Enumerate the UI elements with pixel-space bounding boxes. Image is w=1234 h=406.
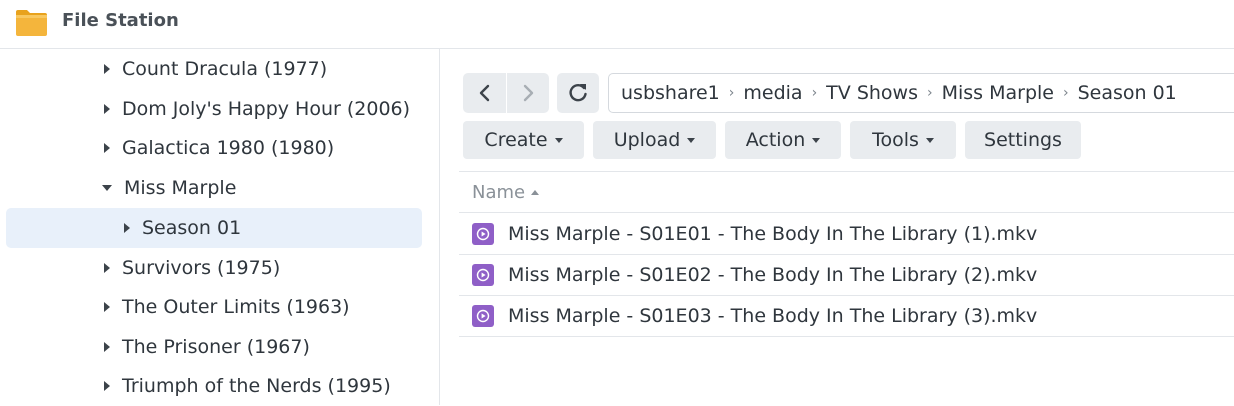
chevron-right-icon: › (926, 85, 933, 101)
refresh-icon (569, 83, 587, 102)
column-header-name[interactable]: Name (459, 171, 1234, 213)
tree-item-outer-limits[interactable]: The Outer Limits (1963) (104, 287, 350, 327)
chevron-right-icon: › (811, 85, 818, 101)
breadcrumb-item[interactable]: media (743, 82, 802, 104)
file-row[interactable]: Miss Marple - S01E02 - The Body In The L… (459, 255, 1234, 296)
expand-arrow-icon[interactable] (104, 342, 110, 352)
chevron-right-icon: › (728, 85, 735, 101)
tree-item-label: Survivors (1975) (122, 257, 281, 279)
tree-item-label: Season 01 (142, 217, 242, 239)
tree-item-miss-marple[interactable]: Miss Marple (102, 168, 236, 208)
file-name: Miss Marple - S01E01 - The Body In The L… (508, 223, 1038, 245)
tools-label: Tools (872, 129, 919, 151)
breadcrumb-item[interactable]: usbshare1 (621, 82, 720, 104)
expand-arrow-icon[interactable] (124, 223, 130, 233)
chevron-right-icon: › (1062, 85, 1069, 101)
tools-button[interactable]: Tools (850, 121, 956, 159)
folder-icon (16, 10, 47, 36)
caret-down-icon (687, 137, 696, 143)
back-button[interactable] (463, 73, 506, 113)
action-button[interactable]: Action (725, 121, 841, 159)
folder-tree: Count Dracula (1977) Dom Joly's Happy Ho… (0, 49, 440, 405)
chevron-left-icon (479, 84, 489, 102)
sort-ascending-icon (531, 189, 540, 195)
file-name: Miss Marple - S01E02 - The Body In The L… (508, 264, 1038, 286)
tree-item-triumph-nerds[interactable]: Triumph of the Nerds (1995) (104, 366, 391, 406)
file-row[interactable]: Miss Marple - S01E01 - The Body In The L… (459, 214, 1234, 255)
tree-item-galactica[interactable]: Galactica 1980 (1980) (104, 128, 334, 168)
tree-item-label: Triumph of the Nerds (1995) (122, 375, 391, 397)
upload-button[interactable]: Upload (593, 121, 716, 159)
breadcrumb[interactable]: usbshare1 › media › TV Shows › Miss Marp… (608, 73, 1234, 113)
tree-item-label: Galactica 1980 (1980) (122, 137, 335, 159)
breadcrumb-item[interactable]: TV Shows (826, 82, 918, 104)
toolbar: Create Upload Action Tools Settings (463, 121, 1090, 159)
tree-item-dom-joly[interactable]: Dom Joly's Happy Hour (2006) (104, 89, 410, 129)
settings-label: Settings (984, 129, 1062, 151)
tree-item-label: Count Dracula (1977) (122, 58, 328, 80)
tree-item-label: Dom Joly's Happy Hour (2006) (122, 98, 411, 120)
expand-arrow-icon[interactable] (104, 104, 110, 114)
create-button[interactable]: Create (463, 121, 584, 159)
create-label: Create (484, 129, 548, 151)
expand-arrow-icon[interactable] (104, 143, 110, 153)
caret-down-icon (812, 137, 821, 143)
refresh-button[interactable] (557, 73, 599, 113)
breadcrumb-item[interactable]: Miss Marple (942, 82, 1054, 104)
file-row[interactable]: Miss Marple - S01E03 - The Body In The L… (459, 296, 1234, 337)
video-file-icon (472, 305, 494, 327)
breadcrumb-item[interactable]: Season 01 (1078, 82, 1177, 104)
app-title: File Station (62, 10, 179, 31)
tree-item-label: Miss Marple (124, 177, 237, 199)
caret-down-icon (925, 137, 934, 143)
file-name: Miss Marple - S01E03 - The Body In The L… (508, 305, 1038, 327)
tree-item-prisoner[interactable]: The Prisoner (1967) (104, 327, 310, 367)
tree-item-survivors[interactable]: Survivors (1975) (104, 248, 280, 288)
expand-arrow-icon[interactable] (104, 263, 110, 273)
expand-arrow-icon[interactable] (104, 302, 110, 312)
tree-item-count-dracula[interactable]: Count Dracula (1977) (104, 49, 327, 89)
video-file-icon (472, 264, 494, 286)
main-panel: usbshare1 › media › TV Shows › Miss Marp… (441, 49, 1234, 405)
expand-arrow-icon[interactable] (104, 64, 110, 74)
video-file-icon (472, 223, 494, 245)
history-nav (463, 73, 549, 113)
caret-down-icon (554, 137, 563, 143)
forward-button[interactable] (506, 73, 549, 113)
collapse-arrow-icon[interactable] (102, 185, 112, 191)
expand-arrow-icon[interactable] (104, 381, 110, 391)
tree-item-label: The Outer Limits (1963) (122, 296, 350, 318)
action-label: Action (745, 129, 806, 151)
tree-item-season-01[interactable]: Season 01 (6, 208, 422, 248)
tree-item-label: The Prisoner (1967) (122, 336, 310, 358)
column-header-label: Name (472, 181, 526, 203)
title-bar: File Station (0, 0, 1234, 49)
upload-label: Upload (613, 129, 681, 151)
chevron-right-icon (523, 84, 534, 102)
settings-button[interactable]: Settings (965, 121, 1081, 159)
